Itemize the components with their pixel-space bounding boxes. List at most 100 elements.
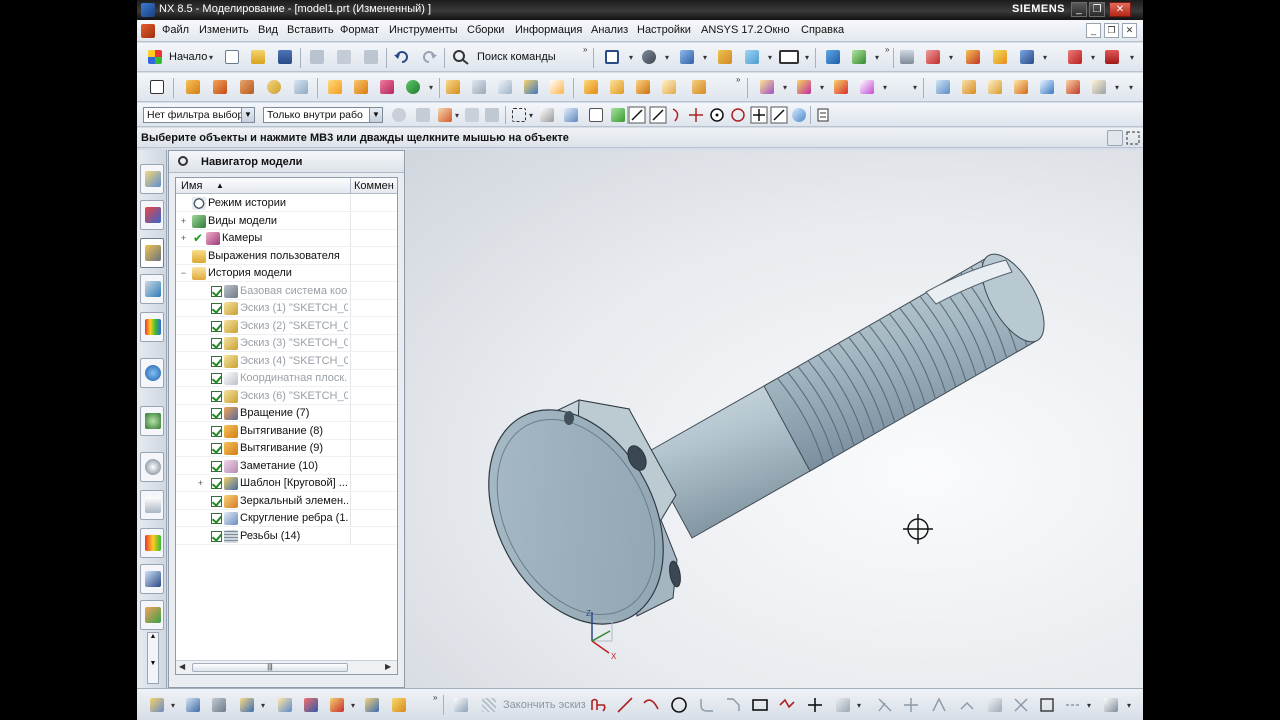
- feature-checkbox[interactable]: [211, 513, 222, 524]
- sketch-button[interactable]: [147, 77, 167, 97]
- sync-move-button[interactable]: [757, 77, 777, 97]
- offset-curve-button[interactable]: [833, 695, 853, 715]
- pocket-button[interactable]: [291, 77, 311, 97]
- type-filter-arrow-icon[interactable]: ▼: [241, 108, 254, 122]
- resource-bar-scroll[interactable]: ▲ ▼: [147, 632, 159, 684]
- offset-dropdown-icon[interactable]: ▾: [857, 701, 861, 710]
- tree-node[interactable]: + Виды модели: [176, 213, 397, 230]
- constraints-button[interactable]: [957, 695, 977, 715]
- document-menu-icon[interactable]: [141, 24, 155, 38]
- chamfer-sketch-button[interactable]: [723, 695, 743, 715]
- view-popup-dropdown-icon[interactable]: ▾: [171, 701, 175, 710]
- flange-surface-button[interactable]: [1063, 77, 1083, 97]
- view-frame-button[interactable]: [779, 47, 799, 67]
- expand-icon[interactable]: +: [179, 217, 188, 226]
- manufacturing-wizards-tab[interactable]: [140, 528, 164, 558]
- through-mesh-button[interactable]: [959, 77, 979, 97]
- bridge-dropdown-icon[interactable]: ▾: [1115, 83, 1119, 92]
- snap-point-on-curve-icon[interactable]: [769, 105, 789, 125]
- quick-extend-button[interactable]: [901, 695, 921, 715]
- feature-checkbox[interactable]: [211, 496, 222, 507]
- orient-view-button[interactable]: [677, 47, 697, 67]
- datum-plane-button[interactable]: [325, 77, 345, 97]
- wcs-button[interactable]: [715, 47, 735, 67]
- start-dropdown-icon[interactable]: ▾: [209, 53, 213, 62]
- fit-view-button[interactable]: [602, 47, 622, 67]
- feature-checkbox[interactable]: [211, 478, 222, 489]
- resize-dropdown-icon[interactable]: ▾: [883, 83, 887, 92]
- history-feature-row[interactable]: Эскиз (3) "SKETCH_0...: [176, 335, 397, 352]
- point-button[interactable]: [805, 695, 825, 715]
- add-component-dropdown-icon[interactable]: ▾: [261, 701, 265, 710]
- feature-checkbox[interactable]: [211, 356, 222, 367]
- history-feature-row[interactable]: Резьбы (14): [176, 528, 397, 545]
- shell-button[interactable]: [495, 77, 515, 97]
- pin-icon[interactable]: [178, 156, 188, 166]
- finish-sketch-icon[interactable]: [479, 695, 499, 715]
- rectangle-select-dropdown-icon[interactable]: ▾: [529, 111, 533, 120]
- studio-surface-button[interactable]: [1011, 77, 1031, 97]
- ansys-button[interactable]: [990, 47, 1010, 67]
- sketch-tools-dropdown-icon[interactable]: ▾: [1087, 701, 1091, 710]
- menu-analysis[interactable]: Анализ: [591, 24, 628, 36]
- section-view-button[interactable]: [849, 47, 869, 67]
- snap-settings-button[interactable]: [608, 105, 628, 125]
- motion-dropdown-icon[interactable]: ▾: [1043, 53, 1047, 62]
- view-frame-dropdown-icon[interactable]: ▾: [805, 53, 809, 62]
- rectangle-button[interactable]: [750, 695, 770, 715]
- hole-button[interactable]: [237, 77, 257, 97]
- history-feature-row[interactable]: Эскиз (2) "SKETCH_0...: [176, 318, 397, 335]
- hd3d-tools-tab[interactable]: [140, 312, 164, 342]
- auto-dimension-button[interactable]: [985, 695, 1005, 715]
- redo-button[interactable]: [419, 47, 439, 67]
- new-parent-button[interactable]: [275, 695, 295, 715]
- new-file-button[interactable]: [222, 47, 242, 67]
- snap-view-button[interactable]: [823, 47, 843, 67]
- quick-trim-button[interactable]: [875, 695, 895, 715]
- doc-restore-button[interactable]: ❐: [1104, 23, 1119, 38]
- revolve-button[interactable]: [210, 77, 230, 97]
- resize-face-button[interactable]: [857, 77, 877, 97]
- constraint-navigator-tab[interactable]: [140, 200, 164, 230]
- expand-icon[interactable]: +: [179, 234, 188, 243]
- menu-ansys[interactable]: ANSYS 17.2: [701, 24, 763, 36]
- dimension-dropdown-icon[interactable]: ▾: [1091, 53, 1095, 62]
- select-bodies-button[interactable]: [561, 105, 581, 125]
- scroll-right-icon[interactable]: ▶: [385, 662, 391, 671]
- feature-checkbox[interactable]: [211, 531, 222, 542]
- scroll-down-icon[interactable]: ▼: [148, 660, 158, 667]
- extrude-button[interactable]: [183, 77, 203, 97]
- feature-checkbox[interactable]: [211, 408, 222, 419]
- snap-control-point-icon[interactable]: [667, 105, 687, 125]
- fit-view-dropdown-icon[interactable]: ▾: [629, 53, 633, 62]
- doc-minimize-button[interactable]: _: [1086, 23, 1101, 38]
- make-corner-button[interactable]: [929, 695, 949, 715]
- unite-button[interactable]: [351, 77, 371, 97]
- polygon-button[interactable]: [777, 695, 797, 715]
- ruler-dropdown-icon[interactable]: ▾: [1130, 53, 1134, 62]
- expand-icon[interactable]: +: [196, 479, 205, 488]
- tree-node[interactable]: + ✔ Камеры: [176, 230, 397, 247]
- bolt-model[interactable]: Z X: [406, 150, 1143, 688]
- sketch-task-button[interactable]: [451, 695, 471, 715]
- boss-button[interactable]: [264, 77, 284, 97]
- column-name-header[interactable]: Имя: [181, 180, 202, 192]
- view-popup-button[interactable]: [147, 695, 167, 715]
- menu-format[interactable]: Формат: [340, 24, 379, 36]
- through-curves-button[interactable]: [933, 77, 953, 97]
- add-component-button[interactable]: [237, 695, 257, 715]
- graphics-window[interactable]: Z X: [406, 150, 1143, 688]
- pattern-dropdown-icon[interactable]: ▾: [429, 83, 433, 92]
- menu-window[interactable]: Окно: [764, 24, 790, 36]
- toolbar-options-icon[interactable]: »: [583, 45, 587, 54]
- copy-button[interactable]: [334, 47, 354, 67]
- snap-bounded-grid-icon[interactable]: [813, 105, 833, 125]
- selection-history-button[interactable]: [482, 105, 502, 125]
- history-tab[interactable]: [140, 406, 164, 436]
- general-selection-filters-button[interactable]: [389, 105, 409, 125]
- system-materials-tab[interactable]: [140, 452, 164, 482]
- doc-close-button[interactable]: ✕: [1122, 23, 1137, 38]
- move-component-dropdown-icon[interactable]: ▾: [351, 701, 355, 710]
- tree-horizontal-scrollbar[interactable]: ◀ ||| ▶: [176, 660, 397, 674]
- chamfer-button[interactable]: [469, 77, 489, 97]
